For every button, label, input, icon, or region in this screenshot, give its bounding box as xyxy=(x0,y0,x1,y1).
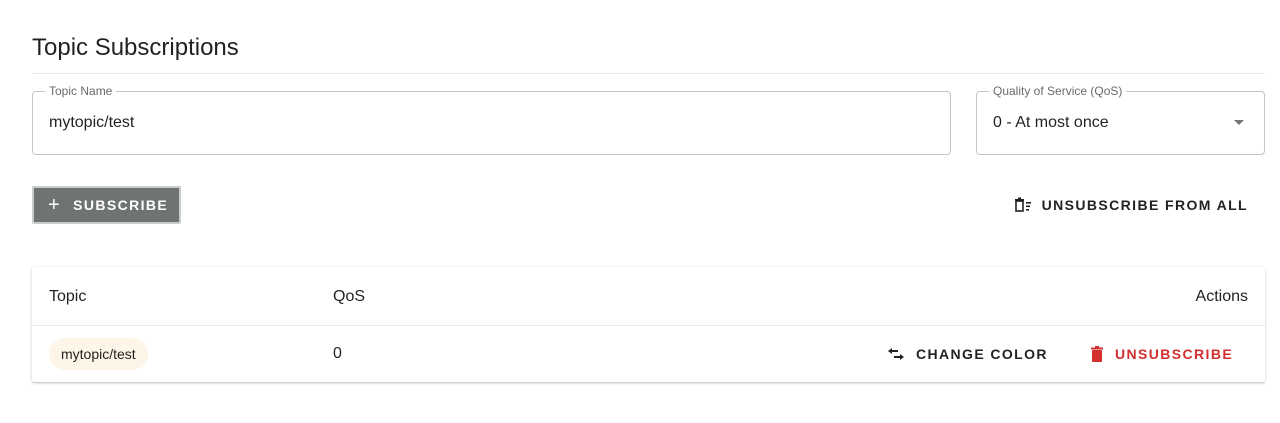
unsubscribe-from-all-label: UNSUBSCRIBE FROM ALL xyxy=(1041,197,1248,213)
swap-horiz-icon xyxy=(888,348,904,360)
topic-chip: mytopic/test xyxy=(49,338,148,370)
header-divider xyxy=(32,325,1265,326)
topic-subscriptions-page: Topic Subscriptions Topic Name Quality o… xyxy=(0,0,1280,423)
page-title: Topic Subscriptions xyxy=(32,34,239,61)
unsubscribe-label: UNSUBSCRIBE xyxy=(1115,346,1234,362)
change-color-label: CHANGE COLOR xyxy=(916,346,1048,362)
dropdown-arrow-icon[interactable] xyxy=(1234,120,1244,125)
qos-label: Quality of Service (QoS) xyxy=(989,84,1127,98)
plus-icon: + xyxy=(48,194,62,216)
topic-name-label: Topic Name xyxy=(45,84,117,98)
subscribe-button[interactable]: + SUBSCRIBE xyxy=(32,186,181,224)
delete-sweep-icon xyxy=(1014,197,1031,212)
trash-icon xyxy=(1091,346,1103,362)
unsubscribe-button[interactable]: UNSUBSCRIBE xyxy=(1091,341,1233,367)
column-header-actions: Actions xyxy=(1195,288,1248,305)
topic-name-input[interactable] xyxy=(49,112,934,134)
qos-selected-value: 0 - At most once xyxy=(993,114,1109,131)
column-header-topic: Topic xyxy=(49,288,87,305)
qos-cell: 0 xyxy=(333,345,342,362)
topic-name-field[interactable]: Topic Name xyxy=(32,84,951,155)
subscribe-button-label: SUBSCRIBE xyxy=(73,197,169,213)
unsubscribe-from-all-button[interactable]: UNSUBSCRIBE FROM ALL xyxy=(1014,190,1248,220)
title-divider xyxy=(32,73,1265,74)
change-color-button[interactable]: CHANGE COLOR xyxy=(888,341,1048,367)
subscriptions-table: Topic QoS Actions mytopic/test 0 CHANGE … xyxy=(32,267,1265,382)
column-header-qos: QoS xyxy=(333,288,366,305)
qos-select[interactable]: Quality of Service (QoS) 0 - At most onc… xyxy=(976,84,1265,155)
